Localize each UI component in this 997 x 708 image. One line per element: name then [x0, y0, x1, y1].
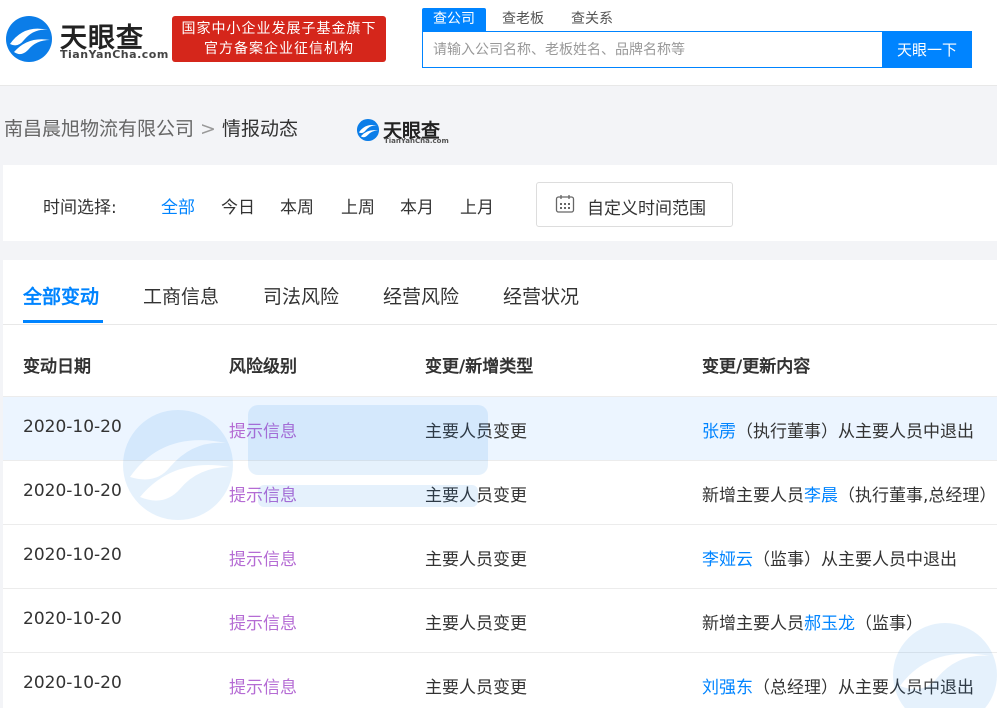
row-date: 2020-10-20 — [23, 417, 122, 437]
logo-domain: TianYanCha.com — [60, 48, 169, 61]
column-header-content: 变更/更新内容 — [702, 357, 811, 377]
content-prefix: 新增主要人员 — [702, 614, 804, 634]
filter-option-all[interactable]: 全部 — [161, 193, 195, 218]
table-row: 2020-10-20 提示信息 主要人员变更 新增主要人员李晨（执行董事,总经理… — [3, 460, 997, 524]
content-suffix: （执行董事,总经理） — [838, 486, 997, 506]
category-tabs: 全部变动 工商信息 司法风险 经营风险 经营状况 — [3, 260, 997, 325]
banner-line-2: 官方备案企业征信机构 — [204, 41, 354, 57]
row-date: 2020-10-20 — [23, 609, 122, 629]
search-button[interactable]: 天眼一下 — [882, 31, 972, 68]
content-suffix: （执行董事）从主要人员中退出 — [736, 422, 974, 442]
row-risk-level[interactable]: 提示信息 — [229, 673, 297, 698]
row-change-type: 主要人员变更 — [425, 678, 527, 698]
table-header: 变动日期 风险级别 变更/新增类型 变更/更新内容 — [3, 326, 997, 396]
row-risk-level[interactable]: 提示信息 — [229, 545, 297, 570]
tab-search-relation[interactable]: 查关系 — [571, 8, 613, 32]
row-change-type: 主要人员变更 — [425, 486, 527, 506]
content-suffix: （监事）从主要人员中退出 — [753, 550, 957, 570]
row-content: 张雳（执行董事）从主要人员中退出 — [702, 417, 974, 442]
row-risk-level[interactable]: 提示信息 — [229, 417, 297, 442]
row-risk-level[interactable]: 提示信息 — [229, 609, 297, 634]
search-box: 天眼一下 — [422, 31, 972, 68]
tab-operating-risk[interactable]: 经营风险 — [383, 282, 459, 309]
table-row: 2020-10-20 提示信息 主要人员变更 新增主要人员郝玉龙（监事） — [3, 588, 997, 652]
row-change-type: 主要人员变更 — [425, 614, 527, 634]
table-row: 2020-10-20 提示信息 主要人员变更 张雳（执行董事）从主要人员中退出 — [3, 396, 997, 460]
person-link[interactable]: 李晨 — [804, 486, 838, 506]
fund-banner: 国家中小企业发展子基金旗下 官方备案企业征信机构 — [172, 16, 386, 62]
row-change-type: 主要人员变更 — [425, 550, 527, 570]
tab-search-boss[interactable]: 查老板 — [502, 8, 544, 32]
breadcrumb-separator: > — [200, 118, 216, 140]
row-date: 2020-10-20 — [23, 545, 122, 565]
person-link[interactable]: 刘强东 — [702, 678, 753, 698]
person-link[interactable]: 张雳 — [702, 422, 736, 442]
tab-operating-status[interactable]: 经营状况 — [503, 282, 579, 309]
filter-option-last-week[interactable]: 上周 — [341, 193, 375, 218]
row-content: 新增主要人员李晨（执行董事,总经理） — [702, 481, 996, 506]
calendar-icon — [555, 195, 575, 213]
eye-logo-icon — [6, 16, 52, 62]
person-link[interactable]: 李娅云 — [702, 550, 753, 570]
small-logo-domain: TianYanCha.com — [384, 137, 449, 145]
active-tab-indicator — [23, 320, 103, 323]
filter-option-this-week[interactable]: 本周 — [280, 193, 314, 218]
custom-range-button[interactable]: 自定义时间范围 — [536, 182, 733, 227]
row-content: 刘强东（总经理）从主要人员中退出 — [702, 673, 974, 698]
filter-option-this-month[interactable]: 本月 — [400, 193, 434, 218]
table-row: 2020-10-20 提示信息 主要人员变更 刘强东（总经理）从主要人员中退出 — [3, 652, 997, 708]
search-input[interactable] — [423, 32, 883, 67]
banner-line-1: 国家中小企业发展子基金旗下 — [181, 21, 377, 37]
tab-all-changes[interactable]: 全部变动 — [23, 282, 99, 309]
custom-range-label: 自定义时间范围 — [587, 199, 706, 219]
breadcrumb-current: 情报动态 — [221, 118, 298, 140]
changes-panel: 全部变动 工商信息 司法风险 经营风险 经营状况 变动日期 风险级别 变更/新增… — [3, 260, 997, 708]
row-content: 李娅云（监事）从主要人员中退出 — [702, 545, 957, 570]
filter-option-last-month[interactable]: 上月 — [460, 193, 494, 218]
time-filter-label: 时间选择: — [43, 198, 117, 218]
row-content: 新增主要人员郝玉龙（监事） — [702, 609, 923, 634]
column-header-type: 变更/新增类型 — [425, 357, 534, 377]
content-suffix: （监事） — [855, 614, 923, 634]
breadcrumb-company[interactable]: 南昌晨旭物流有限公司 — [4, 118, 194, 140]
column-header-date: 变动日期 — [23, 357, 91, 377]
row-change-type: 主要人员变更 — [425, 422, 527, 442]
row-date: 2020-10-20 — [23, 481, 122, 501]
top-header: 天眼查 TianYanCha.com 国家中小企业发展子基金旗下 官方备案企业征… — [0, 0, 997, 86]
column-header-risk: 风险级别 — [229, 357, 297, 377]
content-prefix: 新增主要人员 — [702, 486, 804, 506]
tianyancha-logo[interactable]: 天眼查 TianYanCha.com — [4, 12, 168, 64]
small-eye-logo-icon — [356, 118, 380, 142]
row-date: 2020-10-20 — [23, 673, 122, 693]
tab-business-info[interactable]: 工商信息 — [143, 282, 219, 309]
small-logo: 天眼查 TianYanCha.com — [356, 116, 456, 146]
content-suffix: （总经理）从主要人员中退出 — [753, 678, 974, 698]
filter-option-today[interactable]: 今日 — [221, 193, 255, 218]
breadcrumb: 南昌晨旭物流有限公司 > 情报动态 — [4, 114, 298, 141]
person-link[interactable]: 郝玉龙 — [804, 614, 855, 634]
row-risk-level[interactable]: 提示信息 — [229, 481, 297, 506]
tab-judicial-risk[interactable]: 司法风险 — [263, 282, 339, 309]
table-row: 2020-10-20 提示信息 主要人员变更 李娅云（监事）从主要人员中退出 — [3, 524, 997, 588]
time-filter: 时间选择: 全部 今日 本周 上周 本月 上月 自定义时间范围 — [3, 165, 997, 241]
tab-search-company[interactable]: 查公司 — [422, 8, 486, 32]
